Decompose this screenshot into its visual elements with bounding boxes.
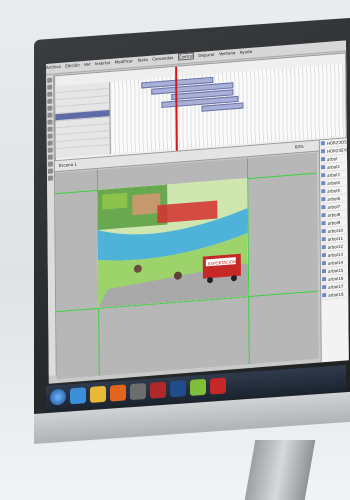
symbol-icon [321,245,326,250]
menu-item-insertar[interactable]: Insertar [95,60,111,66]
rectangle-tool-icon[interactable] [47,126,53,132]
symbol-icon [322,292,327,298]
line-tool-icon[interactable] [47,119,53,125]
transform-tool-icon[interactable] [47,91,53,97]
symbol-icon [321,229,326,234]
symbol-icon [322,284,327,290]
monitor-stand [244,440,316,500]
photoshop-icon[interactable] [170,380,186,398]
bucket-tool-icon[interactable] [47,147,53,153]
symbol-icon [321,205,326,210]
symbol-icon [320,141,325,146]
symbol-icon [320,157,326,162]
hand-tool-icon[interactable] [47,168,53,174]
menu-item-control[interactable]: Control [177,52,195,61]
menu-item-texto[interactable]: Texto [137,57,148,63]
symbol-icon [321,213,326,218]
app-icon[interactable] [130,383,146,401]
library-panel: HORZ3DS HORZ3EYE arbol arbol2 arbol3 arb… [318,138,349,363]
menu-item-ventana[interactable]: Ventana [219,50,235,56]
symbol-icon [321,237,326,242]
app2-icon[interactable] [190,378,206,396]
start-orb-icon[interactable] [50,388,66,406]
lasso-tool-icon[interactable] [47,98,53,104]
scene-tab[interactable]: Escena 1 [59,162,77,168]
brush-tool-icon[interactable] [47,140,53,146]
app3-icon[interactable] [210,377,226,395]
text-tool-icon[interactable] [47,112,53,118]
subselect-tool-icon[interactable] [47,84,53,90]
ie-icon[interactable] [70,387,86,405]
pen-tool-icon[interactable] [47,105,53,111]
symbol-icon [321,268,327,274]
artboard[interactable]: EXPORTACION [97,178,249,308]
symbol-icon [321,165,326,170]
symbol-icon [322,276,327,282]
eyedropper-tool-icon[interactable] [47,154,53,160]
selection-tool-icon[interactable] [47,77,53,83]
eraser-tool-icon[interactable] [47,161,53,167]
symbol-icon [321,173,326,178]
symbol-icon [321,252,326,258]
layer-list [55,81,111,159]
menu-item-comandos[interactable]: Comandos [152,55,173,62]
zoom-tool-icon[interactable] [47,175,54,181]
media-icon[interactable] [110,384,126,402]
library-item[interactable]: arbol18 [321,290,349,301]
symbol-icon [321,221,326,226]
folder-icon[interactable] [90,385,106,403]
menu-item-ayuda[interactable]: Ayuda [240,49,252,55]
illustration: EXPORTACION [97,178,249,308]
stage-area[interactable]: EXPORTACION [54,152,319,380]
menu-item-depurar[interactable]: Depurar [198,52,214,58]
photo-scene: Archivo Edición Ver Insertar Modificar T… [0,0,350,500]
app-window: Archivo Edición Ver Insertar Modificar T… [46,40,349,384]
menu-item-archivo[interactable]: Archivo [46,64,61,70]
pencil-tool-icon[interactable] [47,133,53,139]
symbol-icon [320,149,325,154]
flash-icon[interactable] [150,381,166,399]
menu-item-edicion[interactable]: Edición [65,62,80,68]
symbol-icon [321,181,326,186]
symbol-icon [321,197,326,202]
menu-item-modificar[interactable]: Modificar [115,58,133,64]
zoom-level[interactable]: 60% [295,144,304,150]
symbol-icon [321,189,326,194]
menu-item-ver[interactable]: Ver [84,61,91,67]
symbol-icon [321,260,326,266]
